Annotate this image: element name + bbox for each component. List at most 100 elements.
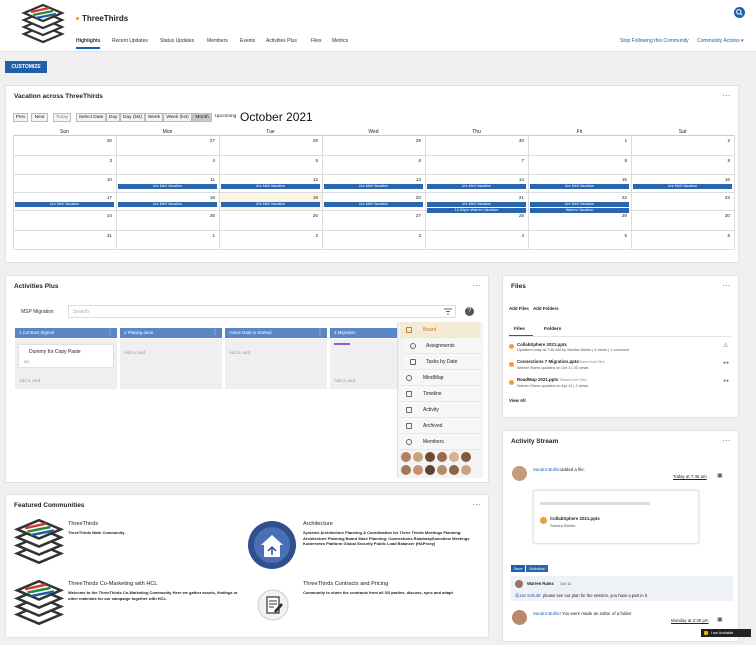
member-avatar[interactable] bbox=[425, 452, 435, 462]
kanban-column-header[interactable]: 2 Planing done bbox=[120, 328, 222, 338]
calendar-day[interactable]: 25 bbox=[116, 213, 215, 218]
help-icon[interactable]: ? bbox=[465, 307, 474, 316]
column-menu-icon[interactable]: ⋮ bbox=[107, 329, 113, 336]
event-urs-vacation[interactable]: Urs Meli Vacation bbox=[530, 184, 629, 189]
member-avatar[interactable] bbox=[413, 452, 423, 462]
event-urs-vacation[interactable]: Urs Meli Vacation bbox=[427, 202, 526, 207]
calendar-day[interactable]: 5 bbox=[219, 158, 318, 163]
add-files-link[interactable]: Add Files bbox=[509, 306, 529, 311]
calendar-day[interactable]: 31 bbox=[13, 233, 112, 238]
calendar-day[interactable]: 4 bbox=[116, 158, 215, 163]
event-urs-vacation[interactable]: Urs Meli Vacation bbox=[530, 202, 629, 207]
calendar-day[interactable]: 29 bbox=[322, 138, 421, 143]
week-button[interactable]: Week bbox=[145, 113, 163, 122]
calendar-day[interactable]: 23 bbox=[631, 195, 730, 200]
post-time[interactable]: Monday at 2:35 pm bbox=[671, 618, 709, 623]
community-logo-icon[interactable] bbox=[12, 580, 66, 626]
today-button[interactable]: Today bbox=[53, 113, 71, 122]
calendar-day[interactable]: 15 bbox=[528, 177, 627, 182]
post-time[interactable]: Today at 7:46 am bbox=[673, 474, 707, 479]
member-avatar[interactable] bbox=[413, 465, 423, 475]
add-card-link[interactable]: Add a card bbox=[124, 350, 145, 355]
select-date-button[interactable]: Select Date bbox=[76, 113, 106, 122]
calendar-day[interactable]: 3 bbox=[322, 233, 421, 238]
calendar-day[interactable]: 27 bbox=[322, 213, 421, 218]
calendar-day[interactable]: 13 bbox=[322, 177, 421, 182]
tab-recent-updates[interactable]: Recent Updates bbox=[112, 38, 148, 44]
user-avatar[interactable] bbox=[515, 580, 523, 588]
community-logo-icon[interactable] bbox=[12, 519, 66, 565]
chat-status-button[interactable]: I am Available bbox=[701, 629, 751, 637]
calendar-day[interactable]: 2 bbox=[631, 138, 730, 143]
unfollow-button[interactable]: Unfollow bbox=[526, 565, 548, 572]
column-menu-icon[interactable]: ⋮ bbox=[317, 329, 323, 336]
calendar-day[interactable]: 18 bbox=[116, 195, 215, 200]
calendar-day[interactable]: 22 bbox=[528, 195, 627, 200]
tab-events[interactable]: Events bbox=[240, 38, 255, 44]
member-avatar[interactable] bbox=[401, 465, 411, 475]
more-options-icon[interactable]: ⋯ bbox=[473, 500, 482, 509]
calendar-day[interactable]: 24 bbox=[13, 213, 112, 218]
calendar-day[interactable]: 19 bbox=[219, 195, 318, 200]
file-name[interactable]: Connections 7 Migration.pptx bbox=[517, 359, 579, 364]
comment-icon[interactable]: ▣ bbox=[717, 616, 723, 623]
event-urs-vacation[interactable]: Urs Meli Vacation bbox=[118, 202, 217, 207]
more-options-icon[interactable]: ⋯ bbox=[473, 281, 482, 290]
event-urs-vacation[interactable]: Urs Meli Vacation bbox=[324, 202, 423, 207]
menu-item-archived[interactable]: Archived bbox=[400, 418, 480, 434]
event-urs-vacation[interactable]: Urs Meli Vacation bbox=[633, 184, 732, 189]
more-options-icon[interactable]: ⋯ bbox=[723, 91, 732, 100]
day-button[interactable]: Day bbox=[106, 113, 120, 122]
calendar-day[interactable]: 10 bbox=[13, 177, 112, 182]
calendar-day[interactable]: 4 bbox=[425, 233, 524, 238]
calendar-day[interactable]: 29 bbox=[528, 213, 627, 218]
member-avatar[interactable] bbox=[425, 465, 435, 475]
month-button[interactable]: Month bbox=[192, 113, 212, 122]
calendar-day[interactable]: 20 bbox=[322, 195, 421, 200]
contract-logo-icon[interactable] bbox=[257, 589, 289, 621]
file-name[interactable]: CollabSphere 2021.pptx bbox=[517, 342, 567, 347]
calendar-day[interactable]: 8 bbox=[528, 158, 627, 163]
tab-status-updates[interactable]: Status Updates bbox=[160, 38, 194, 44]
kanban-card[interactable]: Dummy for Copy Paste 0/0 bbox=[18, 344, 114, 368]
menu-item-activity[interactable]: Activity bbox=[400, 402, 480, 418]
member-avatar[interactable] bbox=[437, 465, 447, 475]
column-menu-icon[interactable]: ⋮ bbox=[212, 329, 218, 336]
calendar-day[interactable]: 7 bbox=[425, 158, 524, 163]
add-card-link[interactable]: Add a card bbox=[334, 378, 355, 383]
event-urs-vacation[interactable]: Urs Meli Vacation bbox=[221, 184, 320, 189]
upcoming-button[interactable]: Upcoming bbox=[212, 113, 239, 122]
tab-metrics[interactable]: Metrics bbox=[332, 38, 348, 44]
event-warren-vacation[interactable]: Warren Vacation bbox=[530, 208, 629, 213]
tab-members[interactable]: Members bbox=[207, 38, 228, 44]
event-urs-vacation[interactable]: Urs Meli Vacation bbox=[118, 184, 217, 189]
kanban-column-header[interactable]: Active Data in Started bbox=[225, 328, 327, 338]
member-avatar[interactable] bbox=[461, 452, 471, 462]
calendar-day[interactable]: 26 bbox=[219, 213, 318, 218]
menu-item-assignments[interactable]: Assignments bbox=[404, 338, 482, 354]
more-options-icon[interactable]: ⋯ bbox=[723, 281, 732, 290]
calendar-day[interactable]: 6 bbox=[322, 158, 421, 163]
calendar-day[interactable]: 28 bbox=[219, 138, 318, 143]
day-list-button[interactable]: Day (list) bbox=[120, 113, 145, 122]
calendar-day[interactable]: 27 bbox=[116, 138, 215, 143]
menu-item-members[interactable]: Members bbox=[400, 434, 480, 450]
event-urs-vacation[interactable]: Urs Meli Vacation bbox=[221, 202, 320, 207]
filter-icon[interactable] bbox=[444, 308, 452, 315]
member-avatar[interactable] bbox=[449, 465, 459, 475]
calendar-day[interactable]: 9 bbox=[631, 158, 730, 163]
tab-highlights[interactable]: Highlights bbox=[76, 38, 101, 49]
calendar-day[interactable]: 1 bbox=[528, 138, 627, 143]
tab-files[interactable]: Files bbox=[514, 327, 525, 332]
event-urs-vacation[interactable]: Urs Meli Vacation bbox=[15, 202, 114, 207]
calendar-day[interactable]: 3 bbox=[13, 158, 112, 163]
member-avatar[interactable] bbox=[461, 465, 471, 475]
add-folders-link[interactable]: Add Folders bbox=[533, 306, 559, 311]
event-urs-vacation[interactable]: Urs Meli Vacation bbox=[427, 184, 526, 189]
view-all-link[interactable]: View All bbox=[509, 398, 526, 403]
file-preview-card[interactable]: CollabSphere 2021.pptx Sandra Bühler bbox=[533, 490, 699, 544]
tab-activities-plus[interactable]: Activities Plus bbox=[266, 38, 297, 44]
comment-user[interactable]: Warren Rams bbox=[527, 581, 554, 586]
member-avatar[interactable] bbox=[437, 452, 447, 462]
calendar-day[interactable]: 6 bbox=[631, 233, 730, 238]
